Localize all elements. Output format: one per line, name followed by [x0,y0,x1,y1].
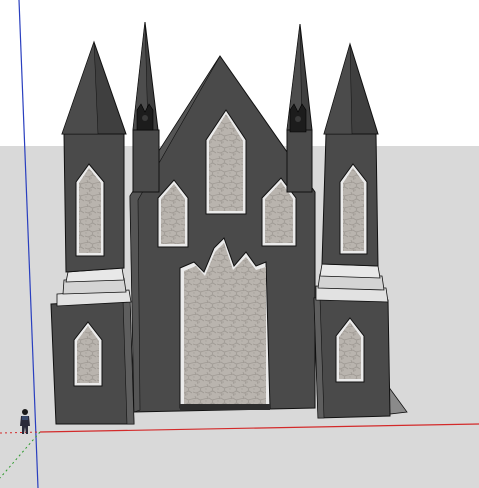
gate-threshold [180,404,270,410]
scene-canvas[interactable] [0,0,479,488]
model-viewport[interactable] [0,0,479,488]
